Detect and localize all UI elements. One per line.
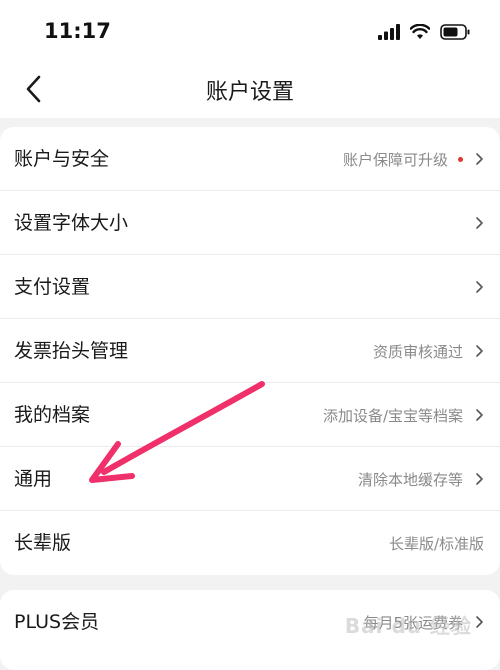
row-label: 我的档案 xyxy=(14,404,91,426)
nav-bar: 账户设置 xyxy=(0,60,500,118)
row-label: 支付设置 xyxy=(14,276,91,298)
chevron-right-icon xyxy=(476,281,483,293)
status-time: 11:17 xyxy=(44,19,111,43)
row-label: 发票抬头管理 xyxy=(14,340,129,362)
row-elder-mode[interactable]: 长辈版 长辈版/标准版 xyxy=(0,511,500,575)
row-account-security[interactable]: 账户与安全 账户保障可升级 xyxy=(0,127,500,191)
signal-icon xyxy=(378,24,400,40)
settings-group-main: 账户与安全 账户保障可升级 设置字体大小 支付设置 发票抬头管理 资质审核通过 … xyxy=(0,127,500,575)
row-invoice-header[interactable]: 发票抬头管理 资质审核通过 xyxy=(0,319,500,383)
row-value: 资质审核通过 xyxy=(372,342,463,361)
notification-dot xyxy=(458,156,463,162)
status-bar: 11:17 xyxy=(0,0,500,60)
row-value: 添加设备/宝宝等档案 xyxy=(322,406,463,425)
chevron-right-icon xyxy=(476,473,483,485)
row-value: 清除本地缓存等 xyxy=(357,470,463,489)
row-general[interactable]: 通用 清除本地缓存等 xyxy=(0,447,500,511)
chevron-right-icon xyxy=(476,217,483,229)
chevron-right-icon xyxy=(476,409,483,421)
battery-icon xyxy=(440,24,470,40)
chevron-right-icon xyxy=(476,345,483,357)
row-label: 账户与安全 xyxy=(14,148,110,170)
status-icons xyxy=(378,22,470,42)
row-value: 长辈版/标准版 xyxy=(388,534,484,553)
row-font-size[interactable]: 设置字体大小 xyxy=(0,191,500,255)
wifi-icon xyxy=(410,24,430,39)
chevron-right-icon xyxy=(476,616,483,628)
chevron-right-icon xyxy=(476,153,483,165)
row-label: 长辈版 xyxy=(14,532,72,554)
page-title: 账户设置 xyxy=(205,80,294,105)
row-label: 设置字体大小 xyxy=(14,212,129,234)
row-label: PLUS会员 xyxy=(14,611,100,633)
watermark: Bai du 经验 xyxy=(344,614,472,638)
row-my-profile[interactable]: 我的档案 添加设备/宝宝等档案 xyxy=(0,383,500,447)
row-payment-settings[interactable]: 支付设置 xyxy=(0,255,500,319)
row-label: 通用 xyxy=(14,468,53,490)
row-value: 账户保障可升级 xyxy=(342,150,448,169)
